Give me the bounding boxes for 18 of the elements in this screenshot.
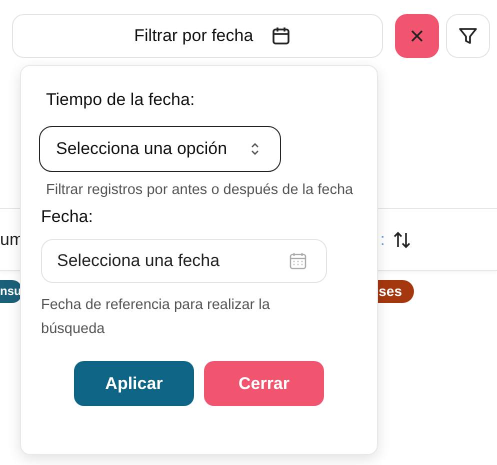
helper-text: Filtrar registros por antes o después de la fecha [46, 181, 354, 200]
status-badge: nsu [0, 280, 22, 303]
apply-button[interactable]: Aplicar [74, 361, 194, 406]
calendar-icon [271, 26, 292, 46]
calendar-icon [289, 252, 307, 270]
date-filter-button[interactable]: Filtrar por fecha [12, 14, 384, 58]
filter-button[interactable] [446, 14, 490, 58]
clear-button[interactable] [395, 14, 440, 58]
field-label: Fecha: [41, 207, 94, 227]
chevron-icon [250, 142, 260, 156]
filter-icon [458, 26, 478, 46]
close-icon [410, 29, 424, 43]
column-header: : [380, 230, 385, 250]
field-label: Tiempo de la fecha: [46, 90, 196, 110]
helper-text: Fecha de referencia para realizar la búsqueda [41, 296, 271, 339]
date-field[interactable]: Selecciona una fecha [41, 239, 327, 283]
select-field[interactable]: Selecciona una opción [39, 126, 281, 172]
sort-icon[interactable] [393, 230, 411, 248]
